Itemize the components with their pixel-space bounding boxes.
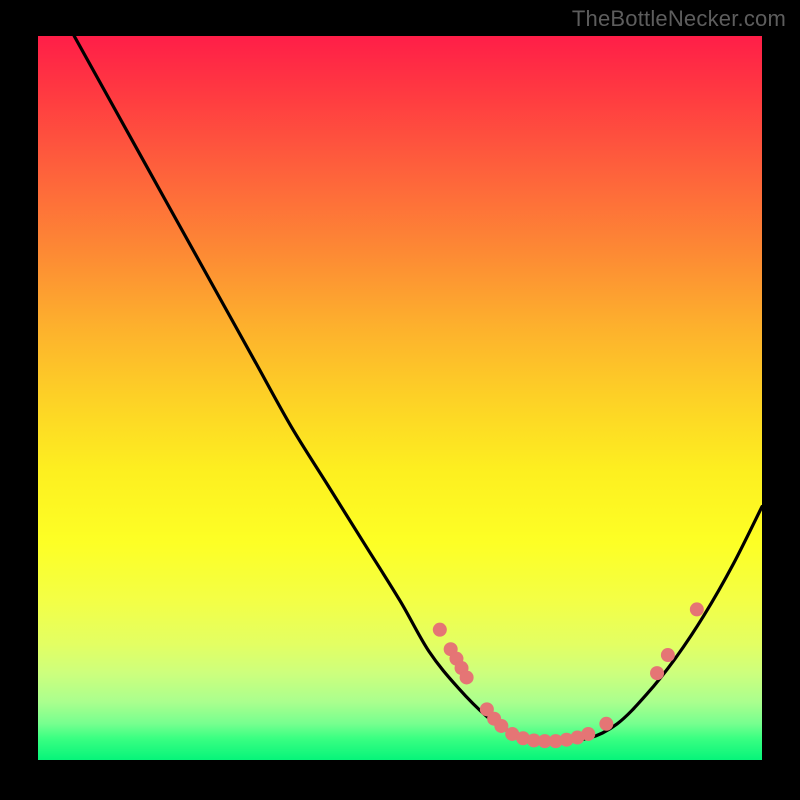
data-marker [690,602,704,616]
data-marker [581,727,595,741]
marker-group [433,602,704,748]
data-marker [650,666,664,680]
chart-svg [38,36,762,760]
watermark-text: TheBottleNecker.com [572,6,786,32]
plot-area [38,36,762,760]
data-marker [599,717,613,731]
data-marker [433,623,447,637]
data-marker [460,670,474,684]
chart-frame: TheBottleNecker.com [0,0,800,800]
bottleneck-curve [74,36,762,739]
data-marker [661,648,675,662]
